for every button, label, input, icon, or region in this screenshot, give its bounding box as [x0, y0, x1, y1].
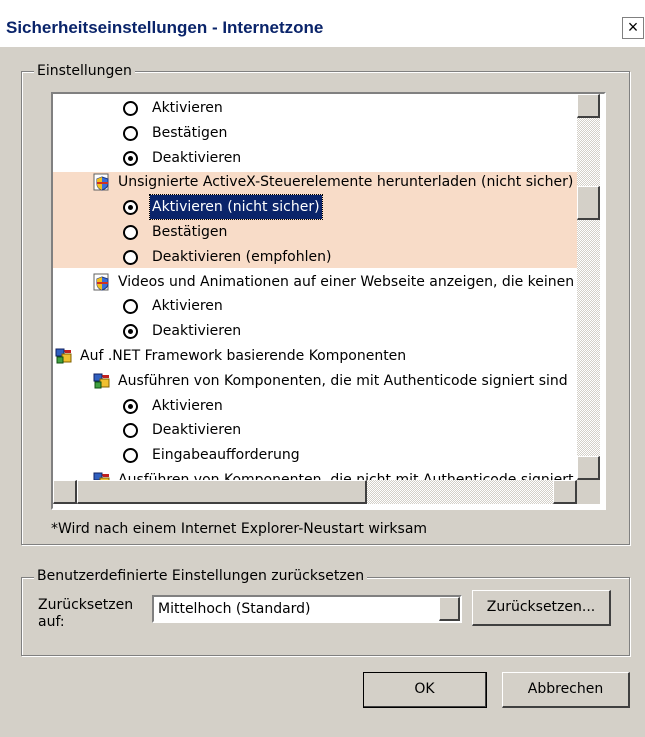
reset-to-label-line1: Zurücksetzen [38, 597, 134, 613]
horizontal-scroll-thumb[interactable] [77, 480, 367, 504]
title-bar[interactable]: Sicherheitseinstellungen - Internetzone … [0, 0, 645, 47]
ok-button[interactable]: OK [363, 672, 487, 708]
radio-label: Aktivieren [152, 100, 223, 116]
setting-label: Ausführen von Komponenten, die nicht mit… [118, 472, 577, 480]
radio-label: Bestätigen [152, 124, 228, 141]
reset-level-value: Mittelhoch (Standard) [158, 601, 311, 617]
horizontal-scrollbar[interactable] [53, 480, 577, 504]
radio-label: Aktivieren [152, 298, 223, 315]
restart-note: *Wird nach einem Internet Explorer-Neust… [51, 521, 428, 537]
setting-label: Auf .NET Framework basierende Komponente… [80, 348, 407, 364]
radio-unselected-icon[interactable] [123, 423, 138, 439]
security-settings-dialog: Sicherheitseinstellungen - Internetzone … [0, 0, 645, 737]
scrollbar-corner [577, 480, 600, 504]
reset-group-label: Benutzerdefinierte Einstellungen zurücks… [34, 568, 368, 584]
radio-selected-icon[interactable] [123, 398, 138, 414]
reset-level-dropdown-button[interactable] [439, 597, 460, 621]
radio-label: Bestätigen [152, 224, 228, 240]
radio-label: Deaktivieren [152, 149, 242, 166]
shield-page-icon [93, 273, 111, 291]
radio-unselected-icon[interactable] [123, 299, 138, 315]
setting-label: Unsignierte ActiveX-Steuerelemente herun… [118, 174, 574, 191]
radio-label: Aktivieren [152, 397, 223, 414]
setting-label: Ausführen von Komponenten, die mit Authe… [118, 372, 568, 389]
vertical-scrollbar[interactable] [577, 94, 600, 480]
reset-button[interactable]: Zurücksetzen... [472, 590, 611, 626]
shield-page-icon [93, 173, 111, 191]
radio-selected-icon[interactable] [123, 200, 138, 216]
reset-to-label-line2: auf: [38, 614, 65, 630]
radio-selected-icon[interactable] [123, 150, 138, 166]
radio-unselected-icon[interactable] [123, 125, 138, 141]
settings-group-label: Einstellungen [34, 63, 135, 79]
setting-label: Videos und Animationen auf einer Webseit… [118, 273, 577, 290]
close-button[interactable]: × [622, 17, 644, 39]
window-title: Sicherheitseinstellungen - Internetzone [6, 18, 324, 37]
radio-label: Eingabeaufforderung [152, 447, 300, 464]
radio-unselected-icon[interactable] [123, 249, 138, 265]
reset-level-dropdown[interactable]: Mittelhoch (Standard) [152, 595, 462, 623]
radio-label: Deaktivieren [152, 323, 242, 340]
scroll-up-button[interactable] [577, 94, 600, 118]
radio-unselected-icon[interactable] [123, 225, 138, 240]
settings-tree-viewport: Aktivieren Bestätigen Deaktivieren Unsignie… [53, 94, 577, 480]
cancel-button[interactable]: Abbrechen [502, 672, 630, 708]
radio-label: Deaktivieren [152, 422, 242, 439]
scroll-left-button[interactable] [53, 480, 77, 504]
radio-label: Deaktivieren (empfohlen) [152, 248, 332, 265]
net-components-icon [55, 347, 73, 365]
radio-label: Aktivieren (nicht sicher) [149, 194, 323, 221]
radio-unselected-icon[interactable] [123, 101, 138, 116]
scroll-right-button[interactable] [553, 480, 577, 504]
radio-selected-icon[interactable] [123, 324, 138, 340]
radio-unselected-icon[interactable] [123, 448, 138, 464]
net-components-icon [93, 372, 111, 390]
scroll-down-button[interactable] [577, 456, 600, 480]
vertical-scroll-thumb[interactable] [577, 186, 600, 220]
net-components-icon [93, 471, 111, 480]
settings-tree-list[interactable]: Aktivieren Bestätigen Deaktivieren Unsignie… [51, 92, 606, 510]
